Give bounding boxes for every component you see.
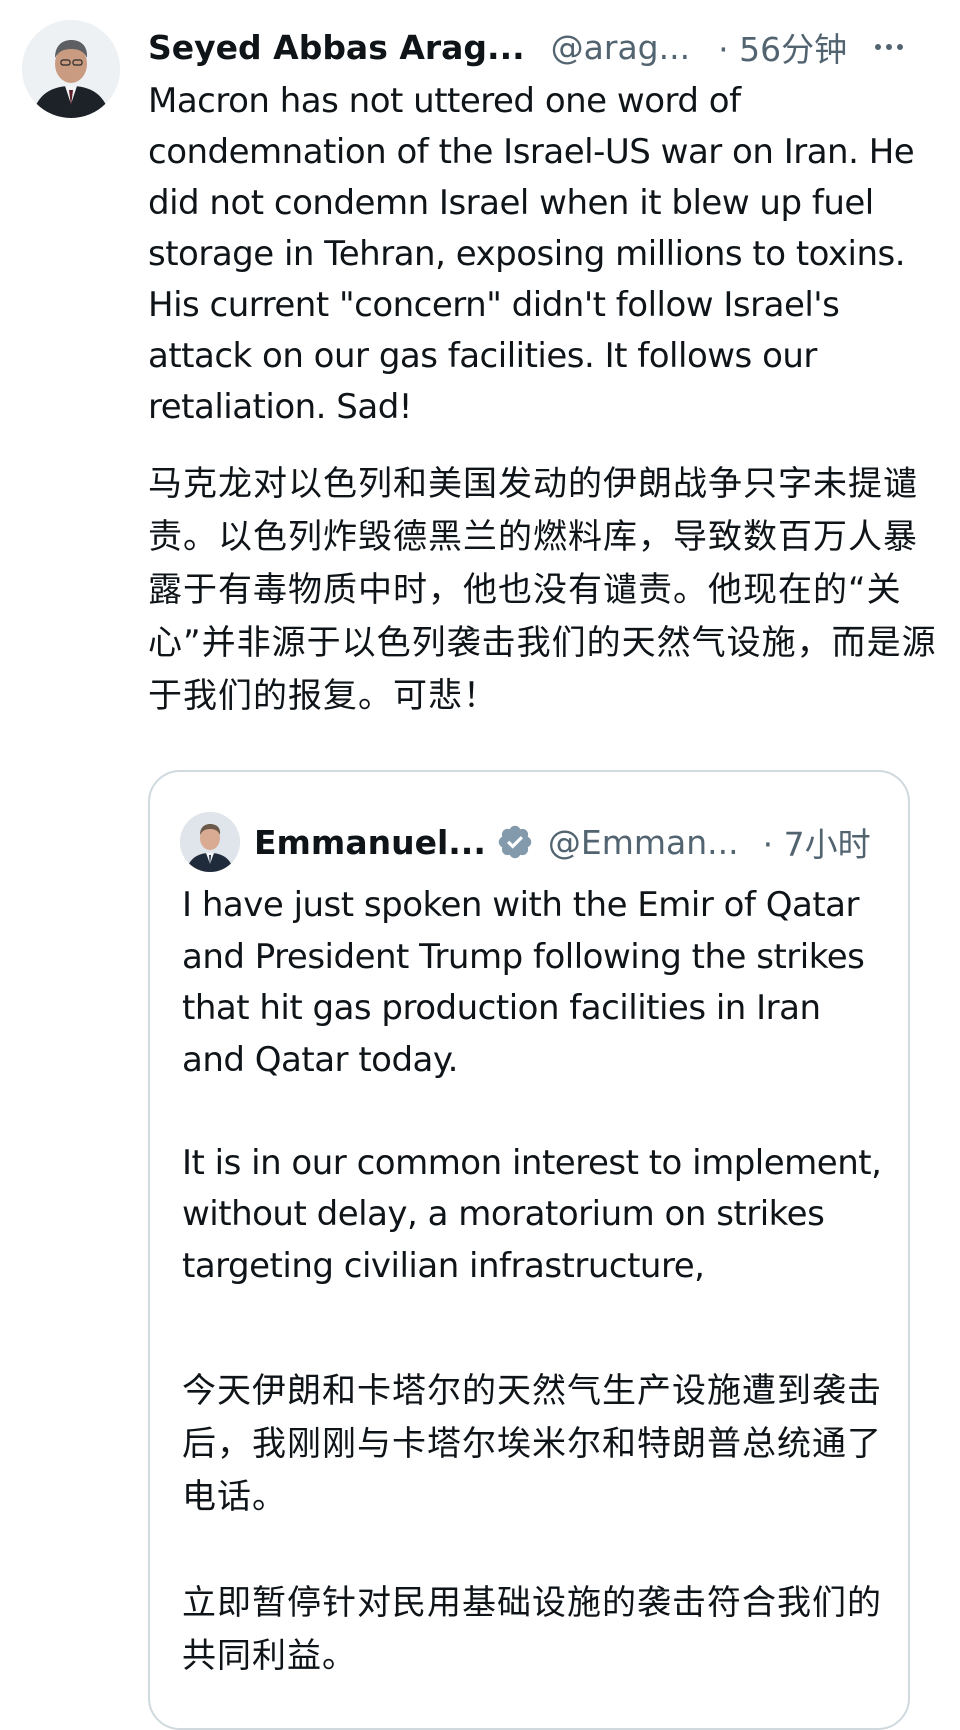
quoted-tweet-text-english: I have just spoken with the Emir of Qata… <box>182 885 882 1286</box>
quoted-tweet[interactable]: Emmanuel... @Emman... · 7小时 I have just … <box>148 770 910 1730</box>
tweet-text-english: Macron has not uttered one word of conde… <box>148 81 915 427</box>
author-name[interactable]: Seyed Abbas Arag... <box>148 28 525 67</box>
more-horizontal-icon[interactable] <box>875 44 904 50</box>
author-avatar[interactable] <box>22 20 120 118</box>
quoted-tweet-timestamp[interactable]: · 7小时 <box>763 818 871 866</box>
quoted-author-avatar[interactable] <box>180 812 240 872</box>
tweet[interactable]: Seyed Abbas Arag... @arag... · 56分钟 Macr… <box>0 0 960 1730</box>
quoted-tweet-text-chinese: 今天伊朗和卡塔尔的天然气生产设施遭到袭击后，我刚刚与卡塔尔埃米尔和特朗普总统通了… <box>182 1371 882 1676</box>
tweet-text-chinese: 马克龙对以色列和美国发动的伊朗战争只字未提谴责。以色列炸毁德黑兰的燃料库，导致数… <box>148 464 937 716</box>
verified-badge-icon <box>498 825 532 859</box>
author-handle[interactable]: @arag... <box>551 28 690 67</box>
quoted-author-name[interactable]: Emmanuel... <box>254 823 486 862</box>
tweet-timestamp[interactable]: · 56分钟 <box>718 23 847 71</box>
author-avatar-image <box>22 20 120 118</box>
quoted-author-avatar-image <box>180 812 240 872</box>
tweet-header: Seyed Abbas Arag... @arag... · 56分钟 <box>148 22 918 72</box>
quoted-author-handle[interactable]: @Emman... <box>548 823 739 862</box>
quoted-tweet-header: Emmanuel... @Emman... · 7小时 <box>254 814 894 870</box>
